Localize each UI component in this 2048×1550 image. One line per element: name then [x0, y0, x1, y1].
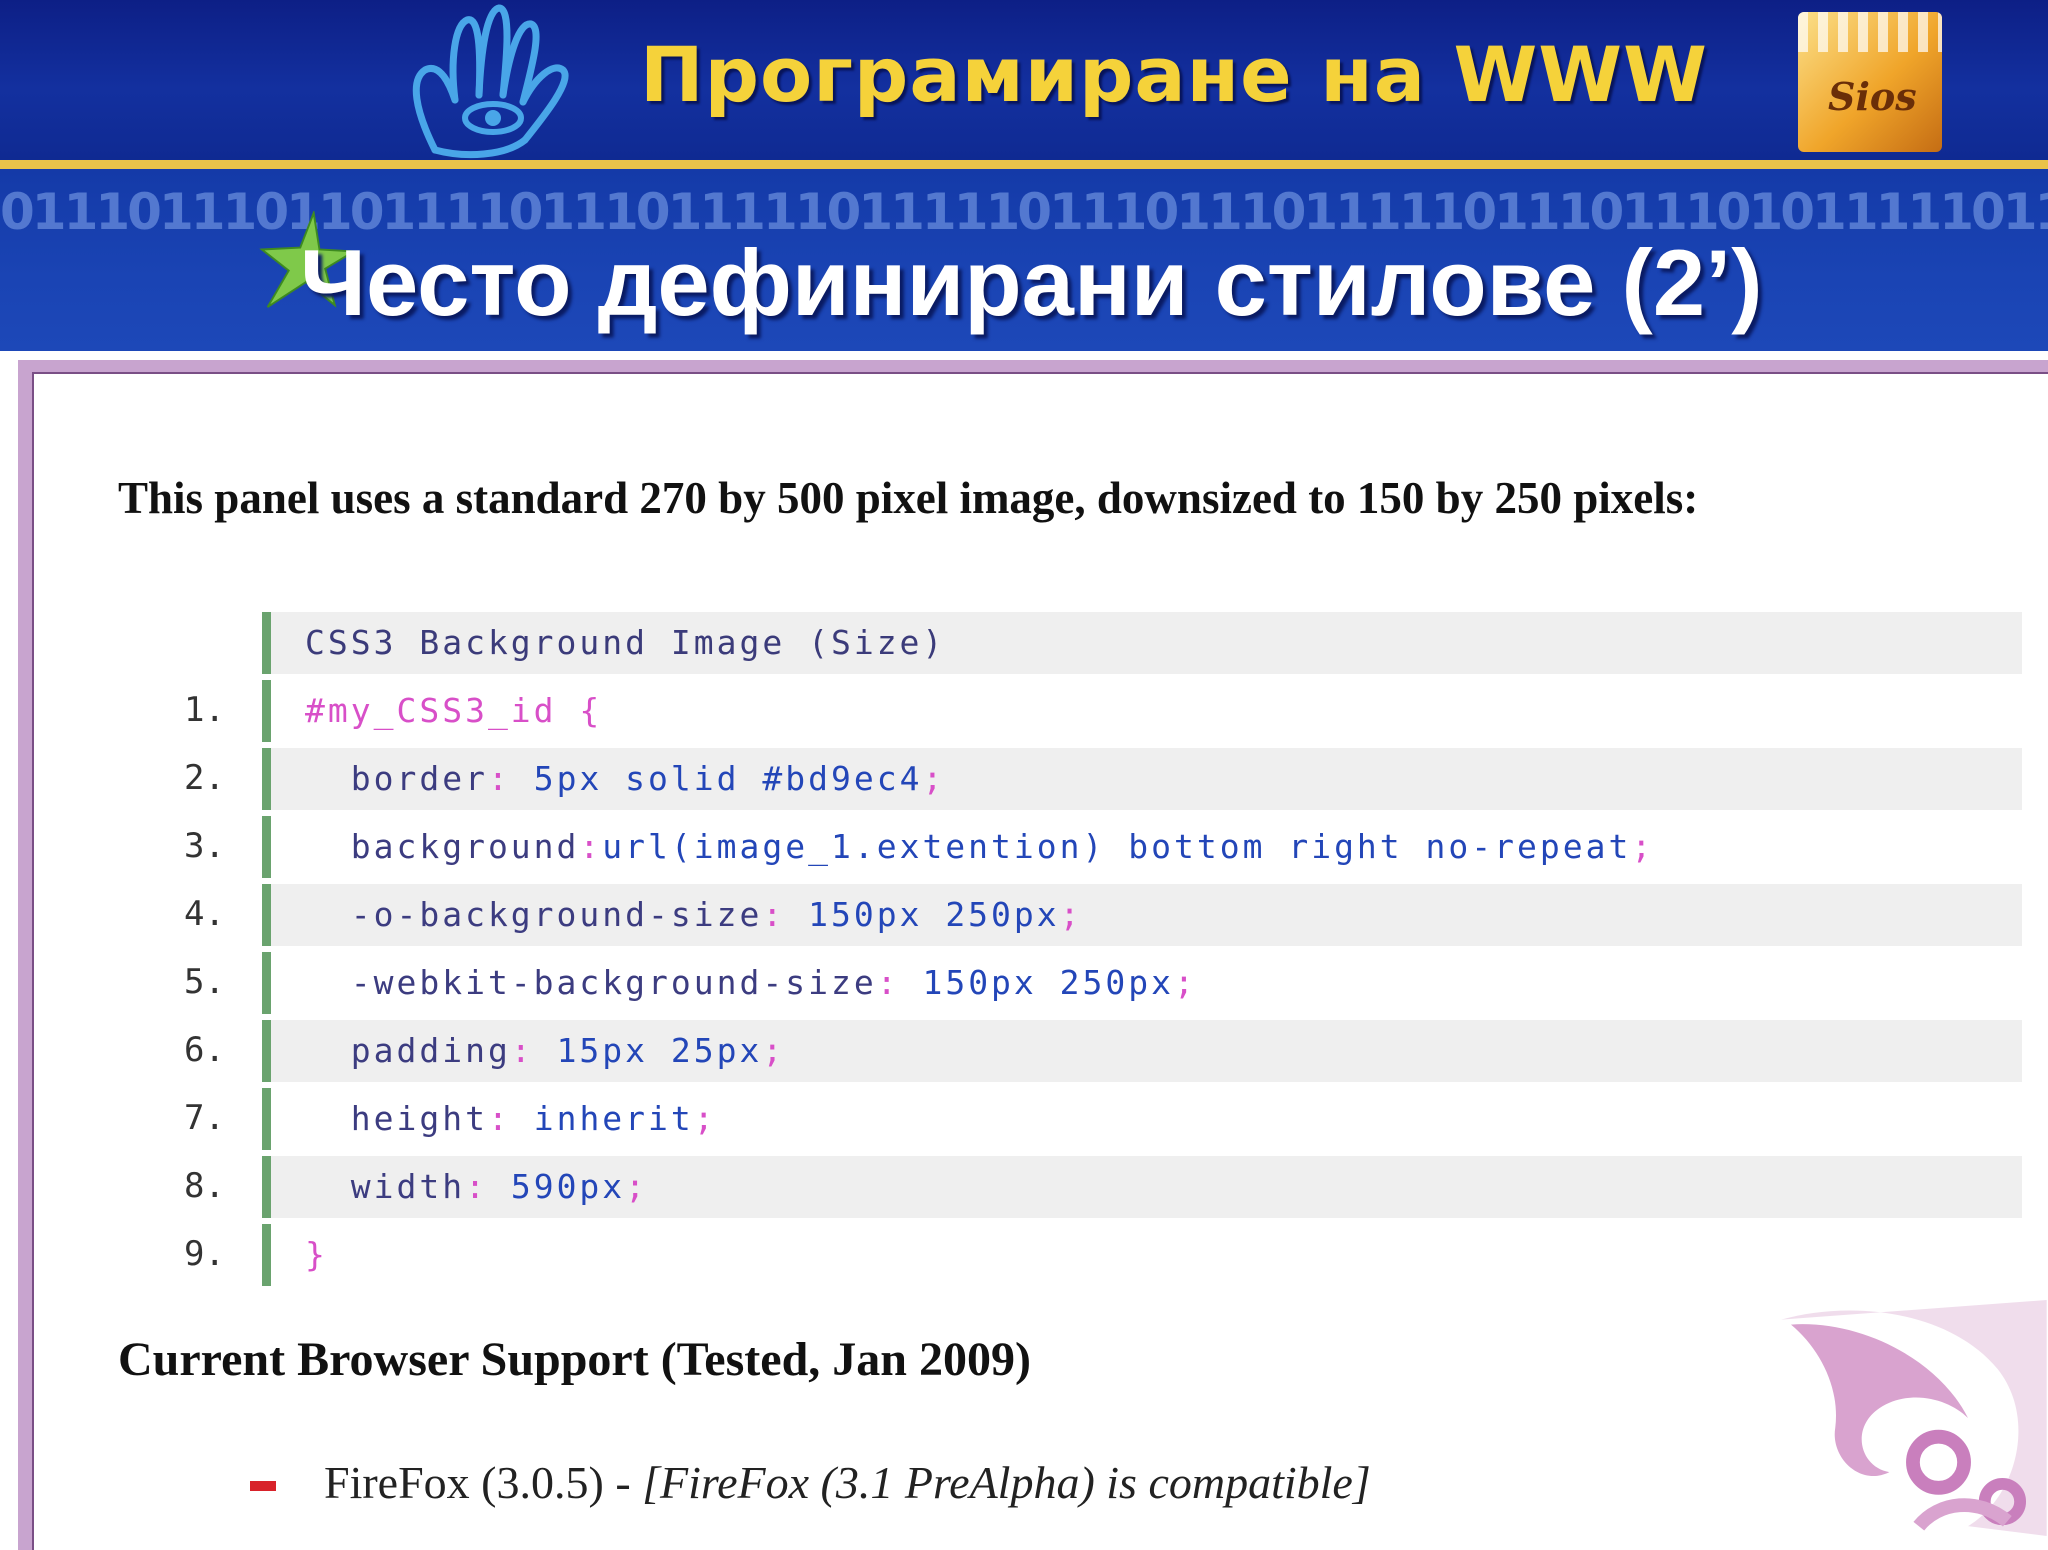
line-number: 6.: [184, 1030, 225, 1070]
code-value: url(image_1.extention) bottom right no-r…: [602, 827, 1632, 866]
code-selector: #my_CSS3_id {: [305, 691, 603, 730]
title-band: 0111011101101111011101111101111101110111…: [0, 169, 2048, 351]
code-value: 590px: [510, 1167, 626, 1206]
support-item: FireFox (3.0.5) - [FireFox (3.1 PreAlpha…: [324, 1456, 1371, 1509]
code-text: #my_CSS3_id {: [271, 680, 2022, 742]
code-colon: :: [510, 1031, 557, 1070]
support-note: [FireFox (3.1 PreAlpha) is compatible]: [642, 1457, 1371, 1508]
intro-text: This panel uses a standard 270 by 500 pi…: [118, 473, 1699, 523]
code-value: 150px 250px: [922, 963, 1174, 1002]
code-text: }: [271, 1224, 2022, 1286]
code-line: 2. border: 5px solid #bd9ec4;: [150, 748, 2022, 810]
code-lines: 1. #my_CSS3_id { 2. border: 5px solid #bd9…: [150, 680, 2022, 1286]
code-colon: :: [487, 1099, 534, 1138]
line-number: 1.: [184, 690, 225, 730]
code-semicolon: ;: [1059, 895, 1083, 934]
code-property: -webkit-background-size: [305, 963, 877, 1002]
code-gutter-bar: [262, 884, 271, 946]
line-number: 9.: [184, 1234, 225, 1274]
line-number: 2.: [184, 758, 225, 798]
code-value: 15px 25px: [556, 1031, 763, 1070]
code-gutter-bar: [262, 816, 271, 878]
code-line: 9.}: [150, 1224, 2022, 1286]
code-gutter-bar: [262, 1224, 271, 1286]
code-property: padding: [305, 1031, 511, 1070]
code-semicolon: ;: [693, 1099, 717, 1138]
code-header: CSS3 Background Image (Size): [271, 612, 2022, 674]
code-colon: :: [579, 827, 603, 866]
code-property: height: [305, 1099, 488, 1138]
code-text: border: 5px solid #bd9ec4;: [271, 748, 2022, 810]
code-colon: :: [876, 963, 923, 1002]
code-line: 1. #my_CSS3_id {: [150, 680, 2022, 742]
code-line: 7. height: inherit;: [150, 1088, 2022, 1150]
code-header-row: CSS3 Background Image (Size): [150, 612, 2022, 674]
code-semicolon: ;: [625, 1167, 649, 1206]
line-number: 5.: [184, 962, 225, 1002]
sios-logo: Sios: [1798, 12, 1942, 152]
logo-pattern: [1798, 12, 1942, 52]
code-text: -o-background-size: 150px 250px;: [271, 884, 2022, 946]
code-line: 4. -o-background-size: 150px 250px;: [150, 884, 2022, 946]
code-line: 3. background:url(image_1.extention) bot…: [150, 816, 2022, 878]
line-number: 4.: [184, 894, 225, 934]
code-gutter-bar: [262, 1088, 271, 1150]
line-number: 8.: [184, 1166, 225, 1206]
logo-text: Sios: [1828, 74, 1917, 119]
code-gutter-bar: [262, 1156, 271, 1218]
code-value: 5px solid #bd9ec4: [533, 759, 923, 798]
line-number: 3.: [184, 826, 225, 866]
header-banner: Програмиране на WWW Sios: [0, 0, 2048, 160]
code-text: -webkit-background-size: 150px 250px;: [271, 952, 2022, 1014]
support-browser: FireFox (3.0.5) -: [324, 1457, 643, 1508]
hand-eye-icon: [412, 4, 569, 159]
code-line: 8. width: 590px;: [150, 1156, 2022, 1218]
code-line: 5. -webkit-background-size: 150px 250px;: [150, 952, 2022, 1014]
header-divider: [0, 160, 2048, 169]
bullet-icon: [250, 1481, 276, 1491]
code-value: 150px 250px: [808, 895, 1060, 934]
code-text: height: inherit;: [271, 1088, 2022, 1150]
code-selector: }: [305, 1235, 328, 1274]
slide-title: Често дефинирани стилове (2’): [300, 230, 1763, 335]
code-semicolon: ;: [762, 1031, 786, 1070]
code-gutter-bar: [262, 612, 271, 674]
line-number: 7.: [184, 1098, 225, 1138]
code-gutter-bar: [262, 680, 271, 742]
code-colon: :: [487, 759, 534, 798]
code-property: border: [305, 759, 488, 798]
support-heading: Current Browser Support (Tested, Jan 200…: [118, 1333, 1031, 1386]
code-text: padding: 15px 25px;: [271, 1020, 2022, 1082]
code-colon: :: [762, 895, 809, 934]
code-gutter-bar: [262, 952, 271, 1014]
code-property: width: [305, 1167, 466, 1206]
code-colon: :: [465, 1167, 511, 1206]
code-text: width: 590px;: [271, 1156, 2022, 1218]
code-semicolon: ;: [1174, 963, 1197, 1002]
course-title: Програмиране на WWW: [640, 30, 1708, 119]
code-semicolon: ;: [1631, 827, 1655, 866]
code-gutter-bar: [262, 748, 271, 810]
code-block: CSS3 Background Image (Size) 1. #my_CSS3_…: [150, 612, 2022, 1292]
code-line: 6. padding: 15px 25px;: [150, 1020, 2022, 1082]
code-semicolon: ;: [922, 759, 946, 798]
code-gutter-bar: [262, 1020, 271, 1082]
code-value: inherit: [533, 1099, 694, 1138]
code-text: background:url(image_1.extention) bottom…: [271, 816, 2022, 878]
code-property: -o-background-size: [305, 895, 763, 934]
pink-flourish-decoration: [1781, 1300, 2047, 1536]
code-property: background: [305, 827, 580, 866]
